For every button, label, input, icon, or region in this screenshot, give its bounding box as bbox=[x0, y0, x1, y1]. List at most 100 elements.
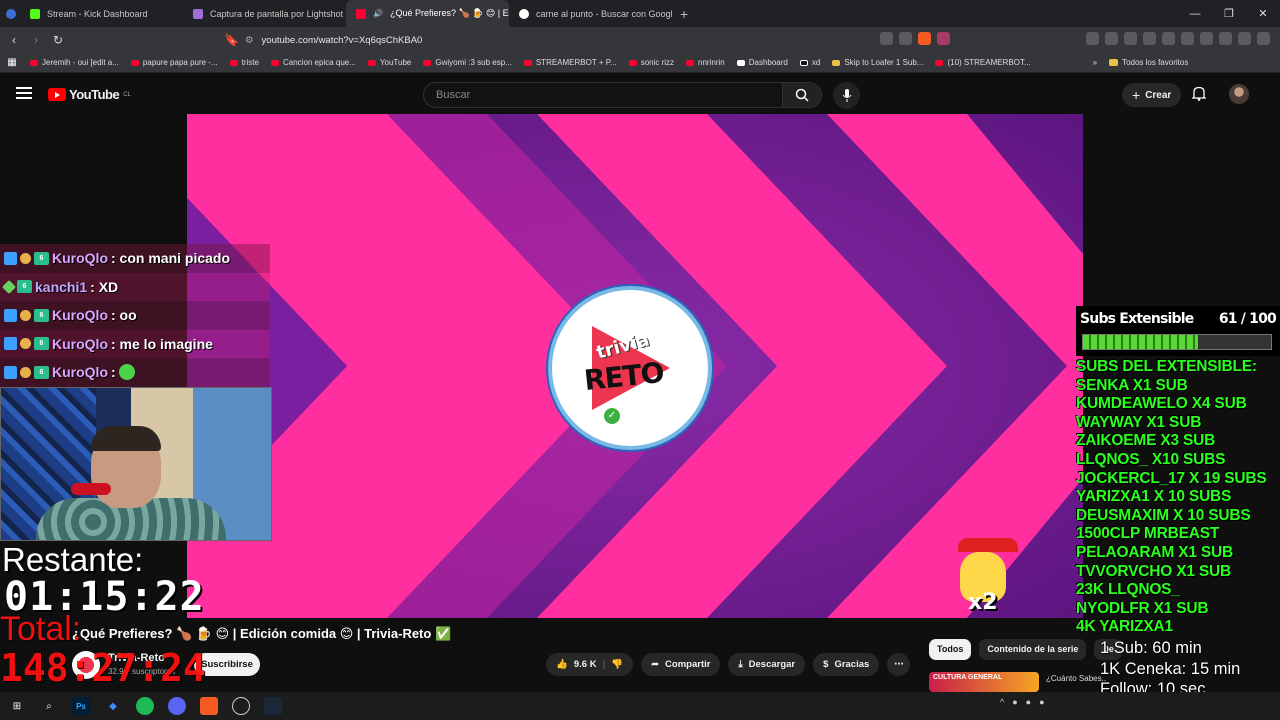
tab-search-icon[interactable] bbox=[0, 0, 20, 27]
tray-expand-icon[interactable]: ^ bbox=[1000, 697, 1004, 707]
create-button[interactable]: + Crear bbox=[1122, 83, 1182, 107]
recommended-title[interactable]: ¿Cuánto Sabes... 100 Preguntas de... bbox=[1046, 674, 1106, 684]
like-button[interactable]: 👍 9.6 K | 👎 bbox=[546, 653, 634, 676]
bookmark-item[interactable]: Skip to Loafer 1 Sub... bbox=[832, 58, 923, 67]
bookmark-label: (10) STREAMERBOT... bbox=[947, 58, 1031, 67]
notifications-button[interactable] bbox=[1191, 86, 1207, 106]
hamburger-menu-icon[interactable] bbox=[16, 87, 32, 99]
download-button[interactable]: ⤓ Descargar bbox=[728, 653, 806, 676]
bookmark-item[interactable]: Cancion epica que... bbox=[270, 58, 356, 67]
wallet-icon[interactable] bbox=[1200, 32, 1213, 45]
search-taskbar-icon[interactable]: ⌕ bbox=[40, 697, 58, 715]
bookmark-item[interactable]: STREAMERBOT + P... bbox=[523, 58, 617, 67]
new-tab-button[interactable]: + bbox=[672, 6, 696, 22]
leo-icon[interactable] bbox=[1219, 32, 1232, 45]
voice-search-button[interactable] bbox=[833, 82, 860, 109]
create-label: Crear bbox=[1145, 89, 1172, 101]
forward-icon[interactable]: › bbox=[30, 33, 42, 47]
brave-shields-icon[interactable] bbox=[918, 32, 931, 45]
more-actions-icon[interactable]: ⋯ bbox=[887, 653, 911, 676]
tab-kick-dashboard[interactable]: Stream - Kick Dashboard bbox=[20, 0, 183, 27]
chat-text: : con mani picado bbox=[111, 250, 231, 267]
chip-all[interactable]: Todos bbox=[929, 639, 972, 660]
bookmark-label: YouTube bbox=[379, 58, 412, 67]
sub-badge-icon bbox=[20, 338, 31, 350]
bookmark-item[interactable]: Dashboard bbox=[736, 58, 788, 67]
extension-icon[interactable] bbox=[1086, 32, 1099, 45]
extension-icon[interactable] bbox=[1105, 32, 1118, 45]
subs-list-entry: LLQNOS_ X10 SUBS bbox=[1076, 450, 1226, 468]
tray-app-icon[interactable]: ● bbox=[1026, 697, 1031, 707]
recommended-thumbnail[interactable]: CULTURA GENERAL bbox=[929, 672, 1039, 692]
youtube-bookmark-icon bbox=[367, 59, 376, 66]
youtube-logo[interactable]: YouTube CL bbox=[48, 87, 131, 102]
search-button[interactable] bbox=[782, 82, 822, 108]
tab-google-search[interactable]: carne al punto - Buscar con Google bbox=[509, 0, 672, 27]
bookmark-item[interactable]: papure papa pure -... bbox=[130, 58, 218, 67]
search-input[interactable]: Buscar bbox=[423, 82, 783, 108]
bookmark-item[interactable]: Jeremih - oui [edit a... bbox=[30, 58, 119, 67]
minimize-button[interactable]: — bbox=[1178, 8, 1212, 20]
vpn-icon[interactable] bbox=[1238, 32, 1251, 45]
brave-icon[interactable] bbox=[200, 697, 218, 715]
bookmark-item[interactable]: Gwiyomi :3 sub esp... bbox=[423, 58, 512, 67]
tab-youtube-active[interactable]: 🔊 ¿Qué Prefieres? 🍗 🍺 😊 | Edi ✕ bbox=[346, 0, 509, 27]
reload-icon[interactable]: ↻ bbox=[52, 33, 64, 47]
menu-icon[interactable] bbox=[1257, 32, 1270, 45]
windows-start-icon[interactable]: ⊞ bbox=[8, 697, 26, 715]
tray-app-icon[interactable]: ● bbox=[1039, 697, 1044, 707]
thanks-button[interactable]: $ Gracias bbox=[813, 653, 880, 676]
share-button[interactable]: ➦ Compartir bbox=[641, 653, 721, 676]
bookmark-label: Cancion epica que... bbox=[282, 58, 356, 67]
streamer-app-icon[interactable]: ◆ bbox=[104, 697, 122, 715]
extension-icon[interactable] bbox=[1124, 32, 1137, 45]
more-bookmarks-icon[interactable]: » bbox=[1093, 58, 1097, 67]
extension-icon[interactable] bbox=[1143, 32, 1156, 45]
rate-entry: 1K Ceneka: 15 min bbox=[1100, 659, 1241, 678]
back-icon[interactable]: ‹ bbox=[8, 33, 20, 47]
bookmark-item[interactable]: xd bbox=[799, 58, 820, 67]
youtube-wordmark: YouTube bbox=[69, 87, 120, 102]
youtube-play-icon bbox=[48, 88, 66, 101]
gift-badge-icon: 6 bbox=[17, 280, 32, 294]
site-info-icon[interactable]: ⚙ bbox=[245, 35, 254, 46]
kick-icon bbox=[30, 8, 40, 19]
brave-rewards-icon[interactable] bbox=[937, 32, 950, 45]
bookmark-item[interactable]: nnrinrin bbox=[686, 58, 725, 67]
subs-goal-progress-fill bbox=[1083, 335, 1198, 349]
bookmark-page-icon[interactable]: 🔖 bbox=[224, 33, 239, 47]
all-bookmarks-folder[interactable]: Todos los favoritos bbox=[1109, 58, 1188, 67]
bookmark-item[interactable]: YouTube bbox=[367, 58, 412, 67]
obs-icon[interactable] bbox=[232, 697, 250, 715]
bookmark-item[interactable]: triste bbox=[229, 58, 259, 67]
extension-icon[interactable] bbox=[1162, 32, 1175, 45]
install-icon[interactable] bbox=[880, 32, 893, 45]
subs-list: SUBS DEL EXTENSIBLE: SENKA X1 SUB KUMDEAWE… bbox=[1076, 358, 1280, 637]
cam-person-hair bbox=[91, 426, 161, 451]
video-player[interactable]: trivia RETO ✓ bbox=[187, 114, 1083, 618]
download-label: Descargar bbox=[748, 659, 796, 670]
close-window-button[interactable]: ✕ bbox=[1246, 7, 1280, 20]
chip-series[interactable]: Contenido de la serie bbox=[979, 639, 1087, 660]
sidebar-icon[interactable] bbox=[1181, 32, 1194, 45]
discord-icon[interactable] bbox=[168, 697, 186, 715]
account-avatar[interactable] bbox=[1229, 84, 1249, 104]
youtube-bookmark-icon bbox=[686, 59, 695, 66]
youtube-bookmark-icon bbox=[628, 59, 637, 66]
share-page-icon[interactable] bbox=[899, 32, 912, 45]
spotify-icon[interactable] bbox=[136, 697, 154, 715]
restore-button[interactable]: ❐ bbox=[1212, 7, 1246, 20]
like-count: 9.6 K bbox=[573, 659, 597, 670]
subs-goal-header: Subs Extensible 61 / 100 bbox=[1080, 311, 1277, 327]
url-field[interactable]: ⚙ youtube.com/watch?v=Xq6qsChKBA0 bbox=[245, 31, 965, 49]
tab-lightshot[interactable]: Captura de pantalla por Lightshot bbox=[183, 0, 346, 27]
photoshop-icon[interactable]: Ps bbox=[72, 697, 90, 715]
thanks-icon: $ bbox=[823, 659, 829, 670]
apps-grid-icon[interactable]: ▦ bbox=[6, 57, 18, 69]
download-icon: ⤓ bbox=[738, 659, 743, 670]
bookmark-item[interactable]: (10) STREAMERBOT... bbox=[935, 58, 1031, 67]
tray-app-icon[interactable]: ● bbox=[1012, 697, 1017, 707]
steam-icon[interactable] bbox=[264, 697, 282, 715]
bookmark-item[interactable]: sonic rizz bbox=[628, 58, 674, 67]
thumbs-down-icon[interactable]: 👎 bbox=[611, 659, 623, 670]
